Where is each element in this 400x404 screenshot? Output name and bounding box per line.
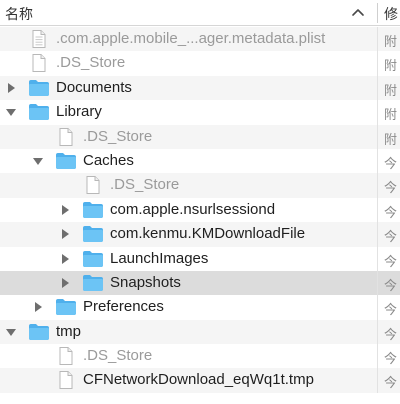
folder-row[interactable]: Library 附 <box>0 100 400 125</box>
disclosure-collapsed-icon[interactable] <box>32 301 44 313</box>
row-label: LaunchImages <box>110 249 209 267</box>
row-modified: 附 <box>384 59 398 75</box>
row-modified: 今 <box>384 156 398 172</box>
row-divider <box>377 197 378 223</box>
row-label: tmp <box>56 322 82 340</box>
folder-icon <box>83 201 103 218</box>
folder-row[interactable]: Documents 附 <box>0 75 400 101</box>
document-icon <box>59 347 73 366</box>
disclosure-collapsed-icon[interactable] <box>5 82 17 94</box>
row-divider <box>377 173 378 198</box>
row-modified: 附 <box>384 83 398 99</box>
row-divider <box>377 246 378 271</box>
row-label: Caches <box>83 151 134 169</box>
row-modified: 附 <box>384 35 398 50</box>
row-label: Snapshots <box>110 273 181 291</box>
disclosure-collapsed-icon[interactable] <box>59 204 71 216</box>
row-modified: 附 <box>384 108 398 124</box>
plist-file-icon <box>32 30 46 48</box>
file-row[interactable]: .com.apple.mobile_...ager.metadata.plist… <box>0 27 400 52</box>
document-icon <box>86 176 100 195</box>
row-modified: 今 <box>384 303 398 319</box>
folder-row[interactable]: Snapshots 今 <box>0 270 400 296</box>
row-divider <box>377 75 378 101</box>
disclosure-expanded-icon[interactable] <box>32 155 44 167</box>
row-label: .DS_Store <box>83 127 153 145</box>
disclosure-collapsed-icon[interactable] <box>59 228 71 240</box>
row-label: .DS_Store <box>83 347 153 365</box>
row-label: .DS_Store <box>56 54 126 72</box>
folder-icon <box>29 323 49 340</box>
folder-icon <box>29 79 49 96</box>
row-label: Preferences <box>83 298 164 316</box>
document-icon <box>59 127 73 146</box>
folder-icon <box>83 274 103 291</box>
folder-row[interactable]: Preferences 今 <box>0 295 400 320</box>
file-row[interactable]: .DS_Store 今 <box>0 173 400 198</box>
row-divider <box>377 124 378 149</box>
column-header-bar: 名称 修 <box>0 0 400 26</box>
row-divider <box>377 51 378 76</box>
row-label: CFNetworkDownload_eqWq1t.tmp <box>83 371 314 389</box>
row-modified: 今 <box>384 352 398 368</box>
row-modified: 今 <box>384 327 398 343</box>
row-modified: 附 <box>384 132 398 148</box>
file-row[interactable]: CFNetworkDownload_eqWq1t.tmp 今 <box>0 368 400 393</box>
file-row[interactable]: .DS_Store 附 <box>0 124 400 149</box>
row-divider <box>377 344 378 369</box>
modified-column-header[interactable]: 修 <box>378 0 400 26</box>
folder-row[interactable]: tmp 今 <box>0 319 400 345</box>
row-modified: 今 <box>384 230 398 246</box>
disclosure-expanded-icon[interactable] <box>5 326 17 338</box>
folder-row[interactable]: com.kenmu.KMDownloadFile 今 <box>0 222 400 247</box>
row-modified: 今 <box>384 278 398 294</box>
folder-row[interactable]: Caches 今 <box>0 148 400 174</box>
document-icon <box>32 54 46 73</box>
folder-icon <box>56 299 76 316</box>
row-label: Library <box>56 103 102 121</box>
row-label: Documents <box>56 78 132 96</box>
file-row[interactable]: .DS_Store 附 <box>0 51 400 76</box>
folder-icon <box>29 104 49 121</box>
disclosure-expanded-icon[interactable] <box>5 106 17 118</box>
row-divider <box>377 295 378 320</box>
row-modified: 今 <box>384 181 398 197</box>
row-divider <box>377 148 378 174</box>
row-divider <box>377 27 378 52</box>
folder-row[interactable]: LaunchImages 今 <box>0 246 400 271</box>
document-icon <box>59 371 73 390</box>
row-divider <box>377 270 378 296</box>
row-divider <box>377 368 378 393</box>
row-label: .DS_Store <box>110 176 180 194</box>
row-modified: 今 <box>384 254 398 270</box>
folder-icon <box>83 226 103 243</box>
disclosure-collapsed-icon[interactable] <box>59 253 71 265</box>
row-modified: 今 <box>384 376 398 392</box>
file-row[interactable]: .DS_Store 今 <box>0 344 400 369</box>
row-modified: 今 <box>384 205 398 221</box>
chevron-up-icon[interactable] <box>348 3 368 23</box>
row-label: com.apple.nsurlsessiond <box>110 200 276 218</box>
finder-list-view: 名称 修 .com.apple.mobile_...ager.metadata.… <box>0 0 400 404</box>
modified-column-label: 修 <box>384 7 398 23</box>
file-list: .com.apple.mobile_...ager.metadata.plist… <box>0 27 400 393</box>
name-column-header[interactable]: 名称 <box>0 0 377 26</box>
row-label: com.kenmu.KMDownloadFile <box>110 225 306 243</box>
folder-row[interactable]: com.apple.nsurlsessiond 今 <box>0 197 400 223</box>
row-divider <box>377 319 378 345</box>
row-divider <box>377 100 378 125</box>
folder-icon <box>83 250 103 267</box>
name-column-label: 名称 <box>5 7 33 23</box>
folder-icon <box>56 152 76 169</box>
row-divider <box>377 222 378 247</box>
disclosure-collapsed-icon[interactable] <box>59 277 71 289</box>
row-label: .com.apple.mobile_...ager.metadata.plist <box>56 30 326 47</box>
